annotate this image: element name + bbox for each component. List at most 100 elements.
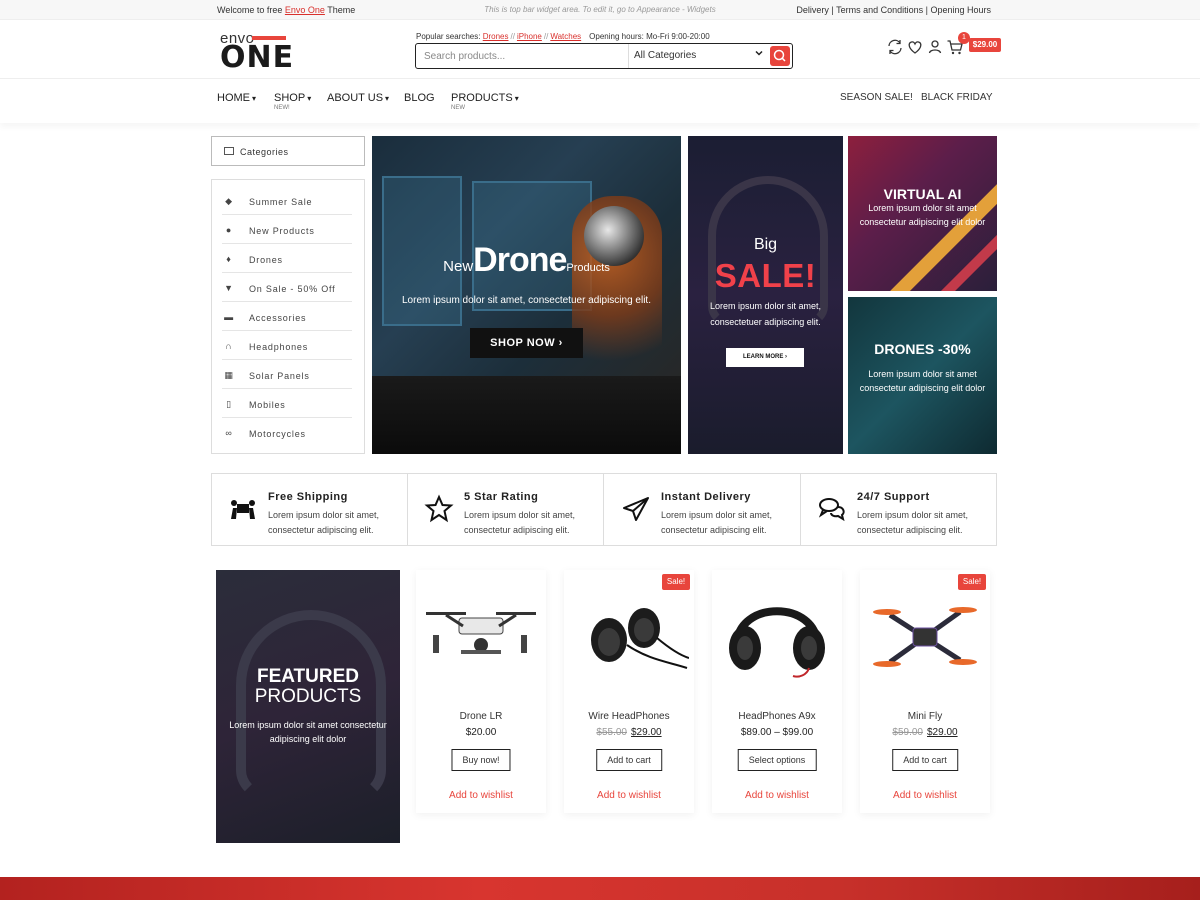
popular-separator: // [543,32,549,41]
product-current-price: $89.00 – $99.00 [740,727,814,738]
nav-item-blog[interactable]: BLOG [404,92,435,104]
category-item-motorcycles[interactable]: ∞ Motorcycles [222,418,352,447]
featured-products-banner[interactable]: FEATURED PRODUCTS Lorem ipsum dolor sit … [216,570,400,843]
user-account-icon[interactable] [926,38,944,56]
product-image-wire-headphones [569,590,690,680]
learn-more-label: LEARN MORE [742,354,784,360]
product-card[interactable]: Drone LR $20.00 Buy now! Add to wishlist [416,570,546,813]
shop-now-button[interactable]: SHOP NOW › [470,328,583,358]
chevron-down-icon: ▾ [514,94,519,103]
hero-banner-drone[interactable]: NewDroneProducts Lorem ipsum dolor sit a… [372,136,681,454]
search-icon [773,49,786,62]
nav-link-season-sale[interactable]: SEASON SALE! [840,92,913,103]
product-name[interactable]: Mini Fly [860,711,990,722]
category-select[interactable]: All Categories [628,44,768,68]
add-to-cart-button[interactable]: Add to cart [596,749,662,771]
product-price: $89.00 – $99.00 [712,727,842,738]
product-card[interactable]: Sale! Wire HeadPhones $55.00 $29.00 Add t… [564,570,694,813]
drones-discount-banner[interactable]: DRONES -30% Lorem ipsum dolor sit amet c… [848,297,997,454]
features-bar: Free Shipping Lorem ipsum dolor sit amet… [211,473,997,546]
site-logo[interactable]: envo ONE [220,30,293,75]
add-to-wishlist-link[interactable]: Add to wishlist [416,790,546,801]
drones-discount-text: Lorem ipsum dolor sit amet consectetur a… [859,369,986,393]
sale-title: SALE! [714,257,817,294]
shipping-icon [228,494,258,524]
categories-toggle[interactable]: Categories [211,136,365,166]
learn-more-button[interactable]: LEARN MORE › [726,348,804,367]
basket-icon: ▼ [224,283,234,293]
search-button[interactable] [770,46,790,66]
nav-item-shop[interactable]: SHOP ▾ NEW! [274,92,311,111]
promo-section-banner [0,877,1200,900]
nav-item-about-us[interactable]: ABOUT US ▾ [327,92,389,104]
mobile-icon: ▯ [226,399,232,409]
nav-item-label: BLOG [404,92,435,104]
category-label: Summer Sale [249,197,313,207]
nav-item-label: SHOP [274,92,306,104]
virtual-ai-title: VIRTUAL AI [883,186,962,202]
category-label: Motorcycles [249,429,306,439]
solar-panel-icon: ▦ [224,370,234,380]
category-item-mobiles[interactable]: ▯ Mobiles [222,389,352,418]
category-item-new-products[interactable]: ● New Products [222,215,352,244]
category-select-value: All Categories [634,50,697,61]
paper-plane-icon [621,494,651,524]
feature-title: Instant Delivery [661,491,751,503]
chevron-down-icon: ▾ [385,94,390,103]
hero-heading-title: Drone [473,241,567,279]
select-options-button[interactable]: Select options [737,749,817,771]
feature-free-shipping: Free Shipping Lorem ipsum dolor sit amet… [212,474,408,545]
product-image-drone [421,590,541,680]
nav-link-black-friday[interactable]: BLACK FRIDAY [921,92,993,103]
product-name[interactable]: Drone LR [416,711,546,722]
category-item-on-sale[interactable]: ▼ On Sale - 50% Off [222,273,352,302]
topbar-links[interactable]: Delivery | Terms and Conditions | Openin… [796,5,991,15]
product-name[interactable]: HeadPhones A9x [712,711,842,722]
popular-link-watches[interactable]: Watches [550,32,581,41]
search-bar: All Categories [415,43,793,69]
popular-link-iphone[interactable]: iPhone [517,32,542,41]
category-item-solar-panels[interactable]: ▦ Solar Panels [222,360,352,389]
product-card[interactable]: Sale! Mini Fly $59.00 $29.00 Add to cart … [860,570,990,813]
add-to-wishlist-link[interactable]: Add to wishlist [564,790,694,801]
category-item-headphones[interactable]: ∩ Headphones [222,331,352,360]
virtual-ai-text: Lorem ipsum dolor sit amet consectetur a… [859,203,986,227]
cart-total[interactable]: $29.00 [969,38,1001,52]
product-card[interactable]: HeadPhones A9x $89.00 – $99.00 Select op… [712,570,842,813]
product-name[interactable]: Wire HeadPhones [564,711,694,722]
feature-title: 5 Star Rating [464,491,539,503]
category-item-drones[interactable]: ♦ Drones [222,244,352,273]
categories-title: Categories [240,147,289,157]
add-to-cart-button[interactable]: Add to cart [892,749,958,771]
product-image-mini-fly [865,590,985,680]
buy-now-button[interactable]: Buy now! [451,749,511,771]
wishlist-heart-icon[interactable] [906,38,924,56]
nav-item-home[interactable]: HOME ▾ [217,92,256,104]
category-label: Accessories [249,313,307,323]
category-label: Headphones [249,342,309,352]
opening-hours: Opening hours: Mo-Fri 9:00-20:00 [589,32,710,41]
popular-separator: // [510,32,515,41]
search-input[interactable] [424,48,624,64]
feature-title: Free Shipping [268,491,348,503]
compare-icon[interactable] [886,38,904,56]
category-item-summer-sale[interactable]: ◆ Summer Sale [222,186,352,215]
add-to-wishlist-link[interactable]: Add to wishlist [860,790,990,801]
category-label: New Products [249,226,315,236]
category-item-accessories[interactable]: ▬ Accessories [222,302,352,331]
users-icon: ● [225,225,233,235]
chevron-right-icon: › [785,354,787,360]
virtual-ai-banner[interactable]: VIRTUAL AI Lorem ipsum dolor sit amet co… [848,136,997,291]
category-label: On Sale - 50% Off [249,284,336,294]
add-to-wishlist-link[interactable]: Add to wishlist [712,790,842,801]
hero-heading-pre: New [443,258,474,275]
chevron-down-icon: ▾ [252,94,257,103]
chevron-right-icon: › [558,337,563,349]
nav-item-products[interactable]: PRODUCTS ▾ NEW [451,92,519,111]
popular-link-drones[interactable]: Drones [483,32,509,41]
product-old-price: $55.00 [596,727,627,738]
sale-banner[interactable]: Big SALE! Lorem ipsum dolor sit amet, co… [688,136,843,454]
top-bar: Welcome to free Envo One Theme This is t… [0,0,1200,20]
feature-text: Lorem ipsum dolor sit amet, consectetur … [857,510,969,535]
nav-item-label: HOME [217,92,250,104]
